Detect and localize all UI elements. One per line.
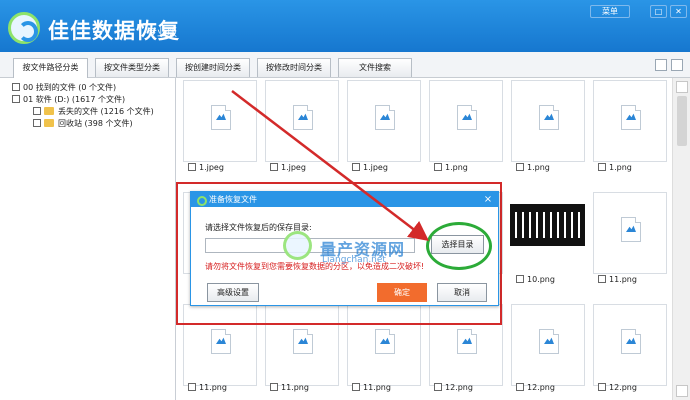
file-label[interactable]: 1.png [511,162,585,174]
image-file-icon [293,329,313,354]
checkbox-icon[interactable] [12,83,20,91]
file-label[interactable]: 11.png [183,382,257,394]
checkbox-icon[interactable] [270,163,278,171]
tree-item-recycle-bin[interactable]: 回收站 (398 个文件) [33,118,133,130]
checkbox-icon[interactable] [434,163,442,171]
tree-item-lost-files[interactable]: 丢失的文件 (1216 个文件) [33,106,154,118]
tree-item-found-files[interactable]: 00 找到的文件 (0 个文件) [12,82,116,94]
watermark-url: Liangchan.net [322,255,386,265]
dialog-title: 准备恢复文件 [191,192,498,207]
checkbox-icon[interactable] [516,275,524,283]
image-file-icon [375,329,395,354]
checkbox-icon[interactable] [598,163,606,171]
file-label[interactable]: 11.png [347,382,421,394]
file-label[interactable]: 11.png [265,382,339,394]
title-bar: 佳佳数据恢复 专业版 菜单 □ ✕ [0,0,690,52]
tab-by-created-time[interactable]: 按创建时间分类 [176,58,250,77]
tab-by-path[interactable]: 按文件路径分类 [13,58,88,78]
checkbox-icon[interactable] [352,163,360,171]
file-thumbnail[interactable] [347,80,421,162]
checkbox-icon[interactable] [12,95,20,103]
image-file-icon [457,105,477,130]
file-thumbnail[interactable] [593,304,667,386]
checkbox-icon[interactable] [33,119,41,127]
file-thumbnail[interactable] [183,80,257,162]
checkbox-icon[interactable] [516,383,524,391]
vertical-scrollbar[interactable] [672,78,690,400]
annotation-green-circle [426,222,492,270]
grid-view-icon[interactable] [671,59,683,71]
checkbox-icon[interactable] [352,383,360,391]
folder-tree: 00 找到的文件 (0 个文件) 01 软件 (D:) (1617 个文件) 丢… [0,78,176,400]
file-label[interactable]: 1.jpeg [347,162,421,174]
menu-button[interactable]: 菜单 [590,5,630,18]
checkbox-icon[interactable] [598,275,606,283]
file-label[interactable]: 12.png [593,382,667,394]
tab-by-type[interactable]: 按文件类型分类 [95,58,169,77]
image-file-icon [621,105,641,130]
image-file-icon [621,217,641,242]
file-thumbnail[interactable] [593,80,667,162]
close-icon[interactable]: × [482,192,494,207]
tree-item-drive-d[interactable]: 01 软件 (D:) (1617 个文件) [12,94,125,106]
image-file-icon [293,105,313,130]
file-thumbnail[interactable] [593,192,667,274]
cancel-button[interactable]: 取消 [437,283,487,302]
tab-file-search[interactable]: 文件搜索 [338,58,412,77]
checkbox-icon[interactable] [434,383,442,391]
file-thumbnail[interactable] [265,80,339,162]
file-thumbnail[interactable] [511,80,585,162]
file-label[interactable]: 1.jpeg [265,162,339,174]
scrollbar-thumb[interactable] [677,96,687,146]
image-file-icon [457,329,477,354]
folder-icon [44,107,54,115]
image-file-icon [621,329,641,354]
ok-button[interactable]: 确定 [377,283,427,302]
tab-by-modified-time[interactable]: 按修改时间分类 [257,58,331,77]
file-label[interactable]: 1.png [429,162,503,174]
checkbox-icon[interactable] [188,383,196,391]
image-file-icon [211,329,231,354]
file-label[interactable]: 12.png [511,382,585,394]
scroll-arrow-icon[interactable] [676,81,688,93]
list-view-icon[interactable] [655,59,667,71]
image-file-icon [375,105,395,130]
image-file-icon [539,105,559,130]
file-thumbnail[interactable] [429,80,503,162]
checkbox-icon[interactable] [33,107,41,115]
file-label[interactable]: 12.png [429,382,503,394]
image-file-icon [539,329,559,354]
edition-label: 专业版 [147,28,177,39]
close-window-button[interactable]: ✕ [670,5,687,18]
image-file-icon [211,105,231,130]
data-recovery-window: 佳佳数据恢复 专业版 菜单 □ ✕ 按文件路径分类 按文件类型分类 按创建时间分… [0,0,690,400]
category-tabs: 按文件路径分类 按文件类型分类 按创建时间分类 按修改时间分类 文件搜索 [0,52,690,78]
file-label[interactable]: 11.png [593,274,667,286]
checkbox-icon[interactable] [188,163,196,171]
file-label[interactable]: 10.png [511,274,585,286]
watermark-logo-icon [283,231,312,260]
folder-icon [44,119,54,127]
file-label[interactable]: 1.png [593,162,667,174]
file-thumbnail[interactable] [511,304,585,386]
checkbox-icon[interactable] [270,383,278,391]
video-filmstrip-thumbnail[interactable] [510,204,585,246]
scroll-arrow-icon[interactable] [676,385,688,397]
app-logo-icon [8,12,40,44]
file-label[interactable]: 1.jpeg [183,162,257,174]
maximize-button[interactable]: □ [650,5,667,18]
checkbox-icon[interactable] [516,163,524,171]
checkbox-icon[interactable] [598,383,606,391]
advanced-settings-button[interactable]: 高级设置 [207,283,259,302]
